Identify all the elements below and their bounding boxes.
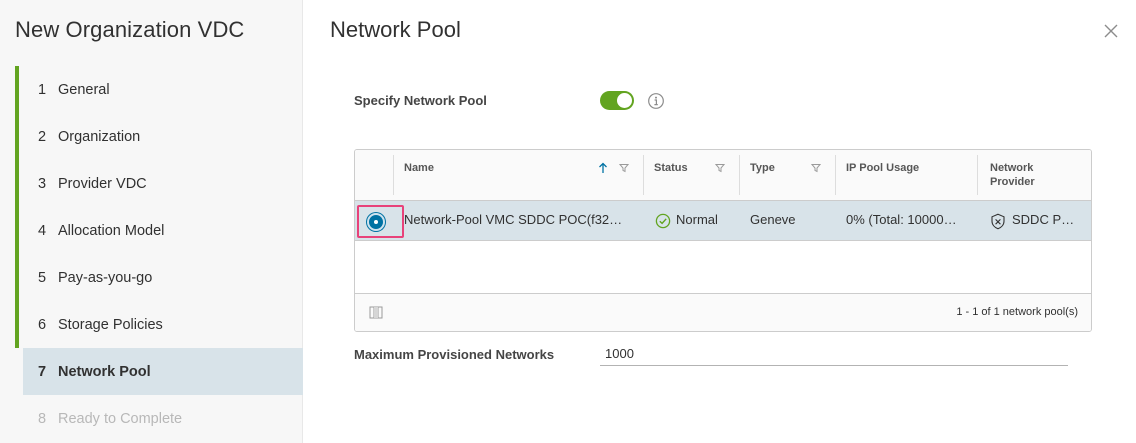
max-provisioned-networks-label: Maximum Provisioned Networks <box>354 347 555 362</box>
network-pool-datagrid: Name Status Type IP Pool Usage Network P… <box>354 149 1092 332</box>
step-network-pool[interactable]: 7 Network Pool <box>23 348 303 395</box>
wizard-sidebar: New Organization VDC 1 General 2 Organiz… <box>0 0 303 443</box>
check-circle-icon <box>655 213 671 229</box>
step-label: Network Pool <box>58 363 151 380</box>
row-select-highlight <box>357 205 404 238</box>
specify-network-pool-toggle[interactable] <box>600 91 634 110</box>
step-label: Organization <box>58 128 141 145</box>
cell-network-provider: SDDC P… <box>1012 212 1075 227</box>
column-separator <box>835 155 836 195</box>
column-separator <box>977 155 978 195</box>
cell-ip-pool-usage: 0% (Total: 10000… <box>846 212 957 227</box>
max-provisioned-networks-input[interactable] <box>600 341 1068 366</box>
specify-network-pool-label: Specify Network Pool <box>354 93 487 108</box>
step-number: 7 <box>38 363 47 380</box>
row-select-radio[interactable] <box>367 213 385 231</box>
wizard-steps: 1 General 2 Organization 3 Provider VDC … <box>15 66 303 442</box>
column-header-line: Network <box>990 162 1034 174</box>
step-label: Pay-as-you-go <box>58 269 153 286</box>
step-number: 5 <box>38 269 47 286</box>
step-label: Provider VDC <box>58 175 147 192</box>
column-separator <box>643 155 644 195</box>
step-complete-bar <box>15 207 19 254</box>
column-header-network-provider[interactable]: Network Provider <box>990 161 1035 189</box>
step-organization[interactable]: 2 Organization <box>15 113 303 160</box>
sort-ascending-icon[interactable] <box>598 162 608 174</box>
radio-dot <box>374 220 378 224</box>
step-ready-to-complete: 8 Ready to Complete <box>23 395 303 442</box>
step-storage-policies[interactable]: 6 Storage Policies <box>15 301 303 348</box>
step-complete-bar <box>15 66 19 113</box>
column-header-type[interactable]: Type <box>750 161 775 175</box>
filter-icon[interactable] <box>715 163 725 173</box>
toggle-knob <box>617 93 632 108</box>
step-allocation-model[interactable]: 4 Allocation Model <box>15 207 303 254</box>
step-general[interactable]: 1 General <box>15 66 303 113</box>
cell-status: Normal <box>676 212 718 227</box>
shield-icon <box>991 213 1005 230</box>
datagrid-header: Name Status Type IP Pool Usage Network P… <box>355 150 1091 201</box>
column-toggle-icon[interactable] <box>369 306 383 319</box>
step-label: General <box>58 81 110 98</box>
step-number: 2 <box>38 128 47 145</box>
step-complete-bar <box>15 113 19 160</box>
column-separator <box>739 155 740 195</box>
step-number: 3 <box>38 175 47 192</box>
pagination-summary: 1 - 1 of 1 network pool(s) <box>956 306 1078 318</box>
datagrid-footer: 1 - 1 of 1 network pool(s) <box>355 293 1091 331</box>
cell-name: Network-Pool VMC SDDC POC(f32… <box>404 212 623 227</box>
step-number: 6 <box>38 316 47 333</box>
filter-icon[interactable] <box>811 163 821 173</box>
column-header-ip-pool-usage[interactable]: IP Pool Usage <box>846 161 919 175</box>
step-label: Allocation Model <box>58 222 165 239</box>
filter-icon[interactable] <box>619 163 629 173</box>
step-complete-bar <box>15 301 19 348</box>
column-header-name[interactable]: Name <box>404 161 434 175</box>
wizard-title: New Organization VDC <box>15 17 245 42</box>
step-provider-vdc[interactable]: 3 Provider VDC <box>15 160 303 207</box>
cell-type: Geneve <box>750 212 796 227</box>
step-complete-bar <box>15 254 19 301</box>
step-number: 8 <box>38 410 47 427</box>
info-icon[interactable] <box>647 92 665 110</box>
close-icon[interactable] <box>1102 22 1120 40</box>
step-complete-bar <box>15 160 19 207</box>
page-title: Network Pool <box>330 17 461 42</box>
step-pay-as-you-go[interactable]: 5 Pay-as-you-go <box>15 254 303 301</box>
step-label: Ready to Complete <box>58 410 183 427</box>
column-header-line: Provider <box>990 176 1035 188</box>
column-separator <box>393 155 394 195</box>
step-number: 1 <box>38 81 47 98</box>
column-header-status[interactable]: Status <box>654 161 688 175</box>
step-number: 4 <box>38 222 47 239</box>
step-label: Storage Policies <box>58 316 163 333</box>
table-row[interactable]: Network-Pool VMC SDDC POC(f32… Normal Ge… <box>355 201 1091 241</box>
